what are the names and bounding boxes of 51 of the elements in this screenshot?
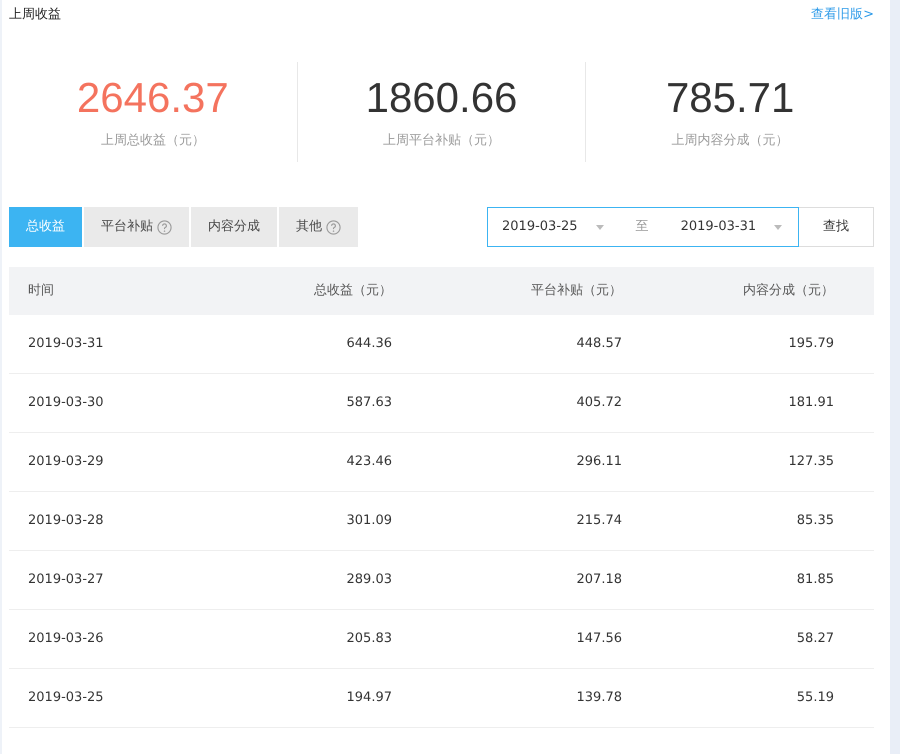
table-cell-text: 207.18 — [576, 571, 622, 590]
table-cell-text: 301.09 — [346, 512, 392, 530]
table-cell-text: 423.46 — [346, 453, 392, 472]
table-cell-text: 587.63 — [346, 394, 392, 412]
table-cell-text: 2019-03-25 — [27, 689, 105, 708]
stat-label: 上周内容分成（元） — [672, 132, 789, 150]
table-cell-text: 2019-03-28 — [27, 512, 105, 530]
column-header: 时间 — [27, 282, 55, 300]
stat-value: 2646.37 — [76, 73, 229, 124]
table-cell-text: 2019-03-27 — [27, 571, 105, 590]
table-cell-text: 2019-03-31 — [27, 335, 105, 354]
table-cell-text: 405.72 — [576, 394, 622, 412]
caret-icon — [596, 224, 604, 230]
table-cell-text: 194.97 — [346, 689, 392, 708]
stat-label: 上周总收益（元） — [100, 132, 205, 150]
table-cell-text: 58.27 — [796, 630, 835, 648]
table-cell-text: 147.56 — [576, 630, 622, 648]
table-cell-text: 296.11 — [576, 453, 622, 472]
help-icon — [157, 220, 172, 234]
table-cell-text: 215.74 — [576, 512, 622, 530]
table-cell-text: 448.57 — [576, 335, 622, 354]
table-cell-text: 55.19 — [796, 689, 835, 708]
table-cell-text: 644.36 — [346, 335, 392, 354]
table-cell-text: 289.03 — [346, 571, 392, 590]
date-range-field[interactable]: 2019-03-25 至 2019-03-31 — [487, 207, 799, 247]
table-cell-text: 85.35 — [796, 512, 835, 530]
caret-icon — [774, 224, 782, 230]
range-separator: 至 — [636, 218, 649, 236]
date-value: 2019-03-31 — [680, 218, 756, 236]
stat-value: 1860.66 — [366, 73, 518, 124]
column-header: 平台补贴（元） — [530, 282, 622, 300]
table-cell-text: 181.91 — [788, 394, 835, 412]
search-button[interactable]: 查找 — [799, 207, 874, 247]
table-cell-text: 81.85 — [796, 571, 835, 590]
help-icon — [326, 220, 341, 234]
table-cell-text: 205.83 — [346, 630, 392, 648]
stat-value: 785.71 — [666, 73, 794, 124]
column-header: 内容分成（元） — [742, 282, 835, 300]
table-cell-text: 2019-03-30 — [27, 394, 105, 412]
table-cell-text: 2019-03-29 — [27, 453, 105, 472]
date-value: 2019-03-25 — [502, 218, 578, 236]
tab[interactable]: 其他 — [279, 207, 358, 247]
section-title: 上周收益 — [9, 6, 61, 24]
table-cell-text: 2019-03-26 — [27, 630, 105, 648]
stat-label: 上周平台补贴（元） — [383, 132, 500, 150]
table-cell-text: 139.78 — [576, 689, 622, 708]
column-header: 总收益（元） — [313, 282, 392, 300]
table-cell-text: 127.35 — [788, 453, 835, 472]
tab[interactable]: 平台补贴 — [84, 207, 189, 247]
table-cell-text: 195.79 — [788, 335, 835, 354]
tab[interactable]: 内容分成 — [191, 207, 277, 247]
